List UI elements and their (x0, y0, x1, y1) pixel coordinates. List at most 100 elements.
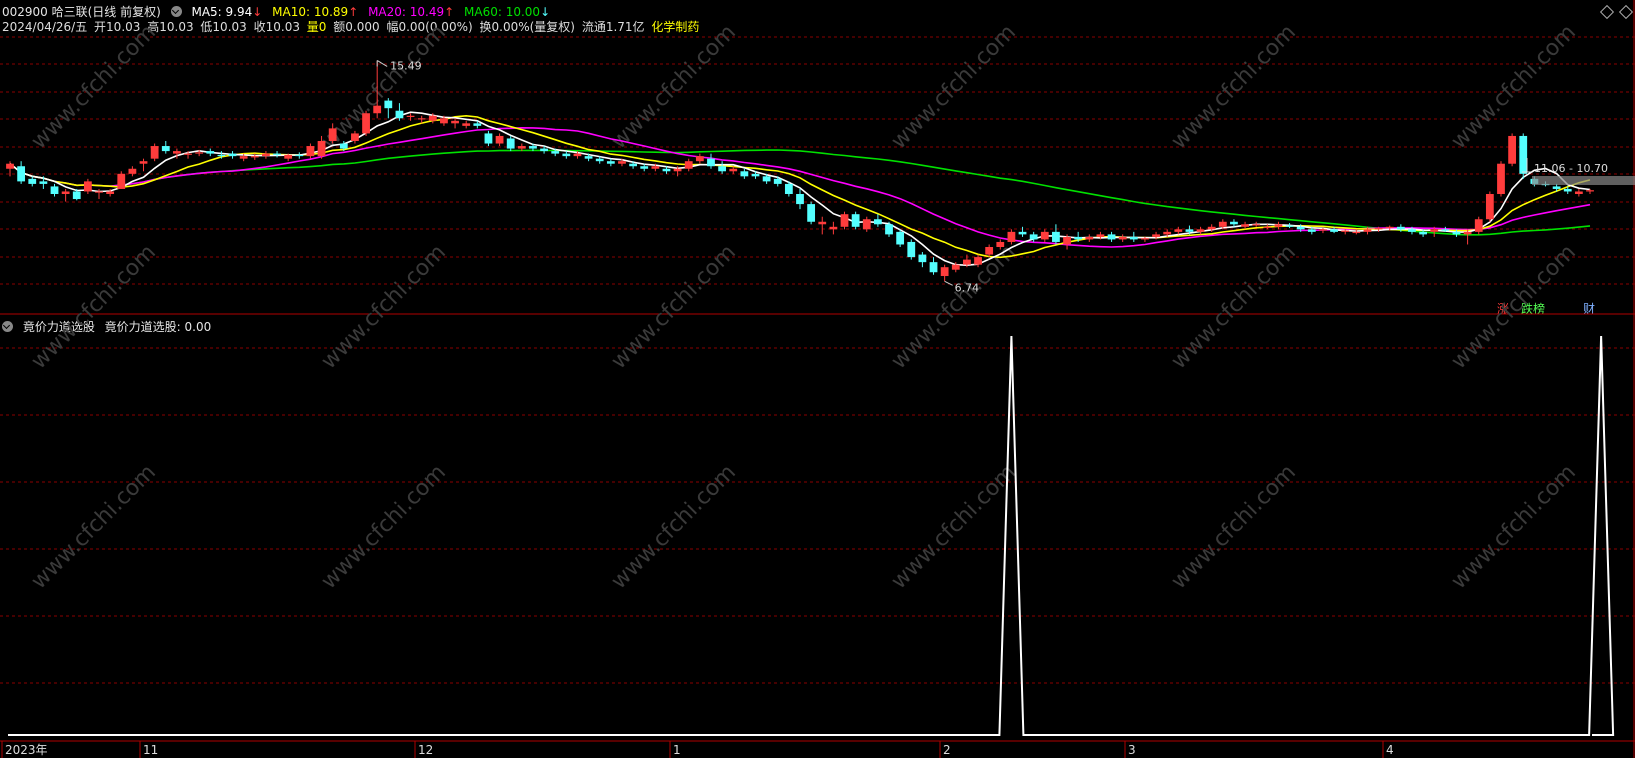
candle-body (1141, 238, 1149, 240)
candle-body (829, 226, 838, 230)
candle-body (150, 146, 159, 159)
candle-body (662, 168, 671, 172)
candle-body (184, 153, 192, 155)
candle-body (584, 156, 593, 159)
candle-body (1485, 194, 1494, 220)
candle-body (1307, 229, 1316, 232)
candle-body (395, 110, 404, 119)
candle-body (117, 173, 126, 189)
candle-body (1174, 229, 1183, 232)
candle-body (595, 158, 604, 162)
time-axis-label: 1 (673, 743, 681, 757)
candle-body (351, 133, 359, 141)
candle-body (629, 163, 637, 167)
candle-body (673, 168, 682, 172)
watermark-text: www.cfchi.com (1447, 240, 1581, 374)
candle-body (606, 161, 615, 164)
candle-body (940, 267, 949, 277)
candle-body (1018, 231, 1027, 235)
candle-body (551, 151, 560, 154)
candle-body (773, 178, 782, 184)
candle-body (1319, 229, 1327, 231)
candle-body (618, 161, 626, 164)
candle-body (284, 154, 293, 159)
watermark-text: www.cfchi.com (317, 460, 451, 594)
candle-body (1029, 234, 1038, 240)
indicator-line (8, 335, 1615, 736)
candle-body (161, 146, 170, 152)
candle-body (1040, 231, 1049, 240)
candle-body (1152, 234, 1160, 237)
candle-body (873, 219, 882, 225)
candle-body (228, 153, 237, 157)
watermark-text: www.cfchi.com (607, 20, 741, 154)
candle-body (306, 146, 315, 157)
watermark-text: www.cfchi.com (27, 20, 161, 154)
candle-body (796, 194, 804, 205)
candle-body (896, 231, 905, 245)
time-axis-label: 3 (1128, 743, 1136, 757)
candle-body (807, 204, 816, 222)
candle-body (1497, 163, 1505, 194)
candle-body (1163, 231, 1172, 235)
candle-body (1074, 236, 1083, 240)
candle-body (1341, 230, 1350, 232)
candle-body (473, 123, 482, 126)
kline-chart[interactable]: www.cfchi.com www.cfchi.com www.cfchi.com w… (0, 0, 1635, 758)
candle-body (1296, 226, 1305, 230)
watermark-text: www.cfchi.com (27, 460, 161, 594)
high-price-label: 15.49 (390, 59, 422, 72)
candle-body (1196, 229, 1205, 232)
time-axis-label: 12 (418, 743, 433, 757)
candle-body (762, 176, 771, 182)
candle-body (206, 151, 215, 154)
time-axis-label: 2 (943, 743, 951, 757)
low-marker (944, 280, 953, 286)
ma10-line (9, 114, 1591, 259)
candle-body (784, 183, 793, 194)
candle-body (1052, 231, 1060, 242)
watermark-text: www.cfchi.com (607, 460, 741, 594)
watermark-text: www.cfchi.com (1167, 460, 1301, 594)
candle-body (384, 100, 393, 109)
candle-body (1096, 234, 1105, 237)
candle-body (28, 178, 37, 184)
candle-body (885, 224, 893, 235)
candle-body (918, 254, 927, 263)
candle-body (1430, 229, 1439, 232)
candle-body (451, 120, 459, 124)
candle-body (1363, 229, 1372, 232)
ma5-line (9, 111, 1591, 267)
watermark-text: www.cfchi.com (317, 20, 451, 154)
candle-body (740, 171, 749, 177)
candle-body (1230, 221, 1238, 225)
high-marker (376, 60, 388, 67)
candle-body (1007, 231, 1016, 242)
candle-body (862, 219, 871, 230)
candle-body (1563, 188, 1572, 192)
candle-body (562, 153, 571, 157)
candle-body (339, 143, 348, 149)
candle-body (72, 191, 81, 200)
range-band (1532, 176, 1635, 185)
watermark-text: www.cfchi.com (607, 240, 741, 374)
candle-body (495, 135, 504, 144)
candle-body (362, 113, 370, 134)
candle-body (139, 161, 148, 164)
candle-body (1474, 219, 1483, 232)
candle-body (751, 173, 760, 177)
candle-body (417, 118, 426, 120)
candle-body (529, 146, 537, 149)
time-axis-label: 4 (1386, 743, 1394, 757)
candle-body (428, 115, 437, 121)
candle-body (1441, 229, 1450, 231)
watermark-text: www.cfchi.com (317, 240, 451, 374)
candle-body (851, 214, 860, 227)
candle-body (1519, 135, 1528, 174)
candle-body (996, 241, 1005, 247)
candle-body (1252, 224, 1261, 226)
candle-body (17, 166, 26, 182)
candle-body (695, 156, 704, 162)
candle-body (1385, 226, 1394, 229)
candle-body (1452, 231, 1461, 235)
